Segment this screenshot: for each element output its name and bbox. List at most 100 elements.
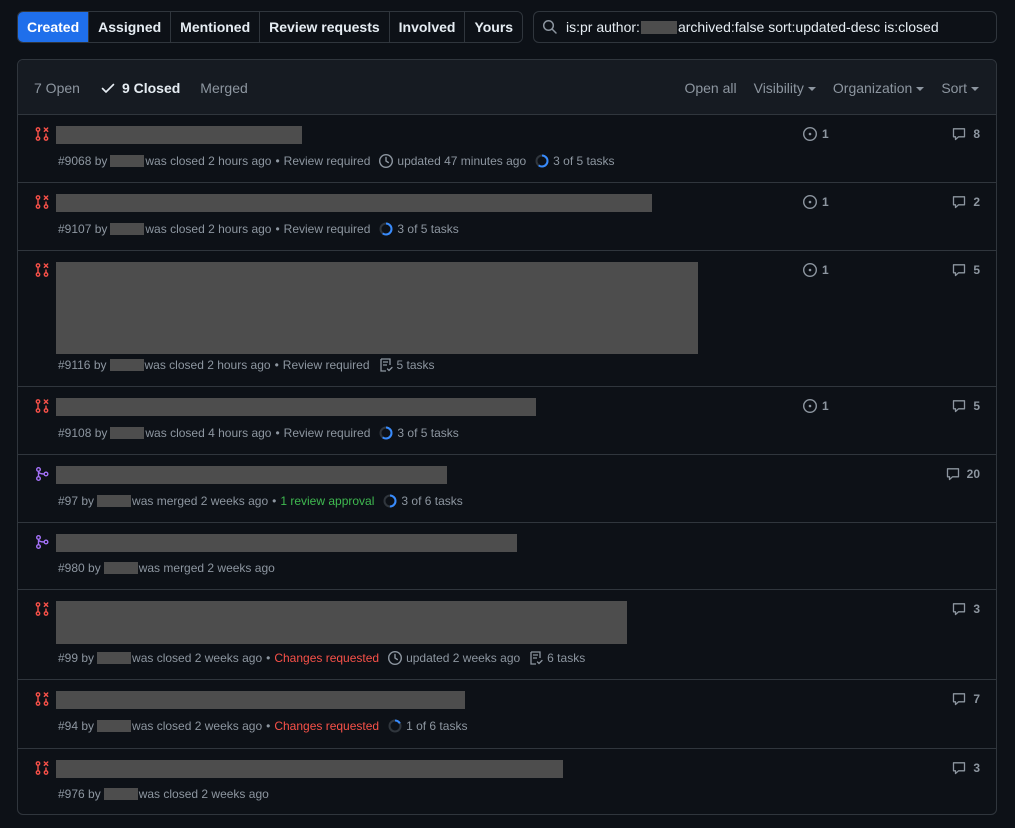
review-status[interactable]: Changes requested: [274, 719, 379, 733]
comments-link[interactable]: 20: [945, 466, 980, 482]
sort-dropdown[interactable]: Sort: [941, 80, 979, 96]
closed-filter[interactable]: 9 Closed: [100, 80, 180, 96]
separator-dot: •: [275, 222, 280, 236]
comments-link[interactable]: 3: [951, 601, 980, 617]
redacted-pr-title[interactable]: [56, 194, 652, 212]
merged-filter[interactable]: Merged: [200, 80, 247, 96]
pr-number[interactable]: #94: [58, 719, 78, 733]
pr-row[interactable]: #9116 by was closed 2 hours ago • Review re…: [18, 251, 996, 387]
linked-issues[interactable]: 1: [802, 398, 829, 414]
tab-involved[interactable]: Involved: [389, 12, 466, 42]
review-status[interactable]: Changes requested: [274, 651, 379, 665]
review-status[interactable]: Review required: [283, 358, 370, 372]
redacted-pr-title[interactable]: [56, 398, 536, 416]
comments-link[interactable]: 5: [951, 262, 980, 278]
redacted-author[interactable]: [110, 223, 145, 235]
pr-row[interactable]: #980 by was merged 2 weeks ago: [18, 523, 996, 590]
updated-time: updated 2 weeks ago: [406, 651, 521, 665]
pr-status: was merged 2 weeks ago: [132, 494, 269, 508]
linked-issues[interactable]: 1: [802, 194, 829, 210]
task-count: 3 of 5 tasks: [397, 426, 459, 440]
organization-dropdown[interactable]: Organization: [832, 79, 925, 96]
chevron-down-icon: [916, 86, 925, 91]
separator-dot: •: [272, 494, 277, 508]
pr-number[interactable]: #980: [58, 561, 85, 575]
filter-tabs: Created Assigned Mentioned Review reques…: [17, 11, 524, 43]
review-status[interactable]: Review required: [284, 426, 371, 440]
pr-meta: #980 by was merged 2 weeks ago: [58, 561, 275, 575]
redacted-pr-title[interactable]: [56, 691, 465, 709]
issue-icon: [802, 398, 818, 414]
pr-meta: #9116 by was closed 2 hours ago • Review re…: [58, 357, 435, 373]
pr-number[interactable]: #9108: [58, 426, 91, 440]
pr-row[interactable]: #97 by was merged 2 weeks ago • 1 review ap…: [18, 455, 996, 523]
task-progress-icon: [379, 222, 393, 236]
review-status[interactable]: Review required: [284, 154, 371, 168]
linked-issues[interactable]: 1: [802, 262, 829, 278]
redacted-author[interactable]: [97, 720, 132, 732]
tab-created[interactable]: Created: [18, 12, 90, 42]
pr-by: by: [84, 561, 101, 575]
pr-row[interactable]: #94 by was closed 2 weeks ago • Changes req…: [18, 680, 996, 749]
pr-status: was closed 2 weeks ago: [132, 651, 263, 665]
pr-status: was closed 4 hours ago: [145, 426, 272, 440]
tab-mentioned[interactable]: Mentioned: [171, 12, 261, 42]
redacted-author[interactable]: [109, 359, 144, 371]
comments-link[interactable]: 5: [951, 398, 980, 414]
open-all-button[interactable]: Open all: [684, 80, 736, 96]
pr-row[interactable]: #99 by was closed 2 weeks ago • Changes req…: [18, 590, 996, 680]
redacted-author[interactable]: [97, 495, 132, 507]
pr-number[interactable]: #99: [58, 651, 78, 665]
separator-dot: •: [266, 651, 271, 665]
comments-link[interactable]: 3: [951, 760, 980, 776]
open-filter[interactable]: 7 Open: [34, 80, 80, 96]
tab-review-requests[interactable]: Review requests: [260, 12, 390, 42]
redacted-pr-title[interactable]: [56, 262, 698, 354]
pr-meta: #97 by was merged 2 weeks ago • 1 review ap…: [58, 493, 463, 509]
redacted-author[interactable]: [110, 155, 145, 167]
pr-row[interactable]: #976 by was closed 2 weeks ago 3: [18, 749, 996, 813]
organization-label: Organization: [832, 79, 913, 96]
merged-pr-icon: [36, 535, 49, 549]
visibility-label: Visibility: [753, 79, 804, 96]
search-input[interactable]: is:pr author: archived:false sort:update…: [533, 11, 997, 43]
pr-row[interactable]: #9108 by was closed 4 hours ago • Review re…: [18, 387, 996, 455]
tab-assigned[interactable]: Assigned: [89, 12, 172, 42]
redacted-pr-title[interactable]: [56, 126, 302, 144]
pr-number[interactable]: #97: [58, 494, 78, 508]
redacted-author[interactable]: [97, 652, 132, 664]
pr-number[interactable]: #9107: [58, 222, 91, 236]
pr-status: was closed 2 weeks ago: [138, 787, 269, 801]
comment-count: 8: [973, 127, 980, 141]
pr-number[interactable]: #976: [58, 787, 85, 801]
visibility-dropdown[interactable]: Visibility: [754, 80, 816, 96]
comments-link[interactable]: 2: [951, 194, 980, 210]
tab-yours[interactable]: Yours: [465, 12, 523, 42]
redacted-pr-title[interactable]: [56, 760, 563, 778]
comment-count: 3: [973, 761, 980, 775]
redacted-pr-title[interactable]: [56, 601, 627, 644]
redacted-pr-title[interactable]: [56, 534, 517, 552]
pr-number[interactable]: #9068: [58, 154, 91, 168]
redacted-author[interactable]: [110, 427, 145, 439]
redacted-author[interactable]: [103, 788, 138, 800]
redacted-pr-title[interactable]: [56, 466, 447, 484]
redacted-author: [640, 20, 677, 34]
check-icon: [101, 83, 115, 93]
task-progress: 1 of 6 tasks: [387, 718, 467, 734]
task-progress: 3 of 5 tasks: [378, 221, 459, 237]
review-status[interactable]: 1 review approval: [280, 494, 374, 508]
comments-link[interactable]: 8: [951, 126, 980, 142]
pr-meta: #94 by was closed 2 weeks ago • Changes req…: [58, 718, 467, 734]
comments-link[interactable]: 7: [951, 691, 980, 707]
pr-meta: #976 by was closed 2 weeks ago: [58, 787, 269, 801]
redacted-author[interactable]: [103, 562, 138, 574]
pr-meta: #9108 by was closed 4 hours ago • Review re…: [58, 425, 459, 441]
clock-icon: [379, 153, 394, 169]
pr-number[interactable]: #9116: [58, 358, 90, 372]
pr-status: was closed 2 hours ago: [145, 222, 272, 236]
pr-row[interactable]: #9107 by was closed 2 hours ago • Review re…: [18, 183, 996, 251]
linked-issues[interactable]: 1: [802, 126, 829, 142]
review-status[interactable]: Review required: [284, 222, 371, 236]
pr-row[interactable]: #9068 by was closed 2 hours ago • Review re…: [18, 115, 996, 183]
